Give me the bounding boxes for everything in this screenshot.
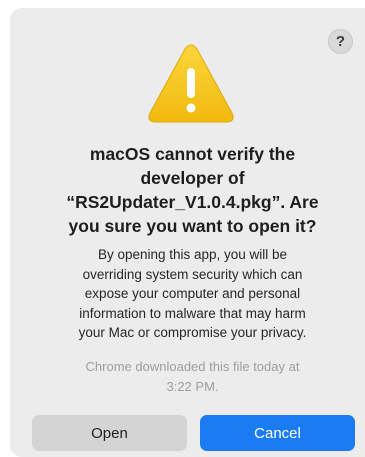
open-button[interactable]: Open — [32, 415, 187, 451]
message-line: overriding system security which can — [82, 266, 303, 282]
title-line: developer of — [140, 168, 245, 188]
security-alert-dialog: ? macOS cannot verify the developer of “… — [10, 8, 365, 457]
help-button[interactable]: ? — [328, 29, 353, 54]
message-line: By opening this app, you will be — [97, 247, 288, 262]
warning-icon — [148, 44, 234, 123]
cancel-button-label: Cancel — [254, 424, 301, 442]
dialog-title: macOS cannot verify the developer of “RS… — [30, 142, 355, 238]
message-line: your Mac or compromise your privacy. — [78, 325, 307, 341]
title-line: “RS2Updater_V1.0.4.pkg”. Are — [66, 192, 319, 212]
download-source-note: Chrome downloaded this file today at 3:2… — [40, 357, 345, 396]
title-line: macOS cannot verify the — [89, 144, 296, 164]
message-line: information to malware that may harm — [79, 305, 306, 321]
note-line: Chrome downloaded this file today at — [85, 359, 300, 374]
title-line: you sure you want to open it? — [68, 216, 317, 236]
dialog-message: By opening this app, you will be overrid… — [30, 245, 355, 343]
open-button-label: Open — [91, 424, 128, 442]
help-label: ? — [335, 33, 346, 50]
message-line: expose your computer and personal — [84, 286, 301, 302]
note-line: 3:22 PM. — [166, 378, 219, 394]
cancel-button[interactable]: Cancel — [200, 415, 355, 451]
